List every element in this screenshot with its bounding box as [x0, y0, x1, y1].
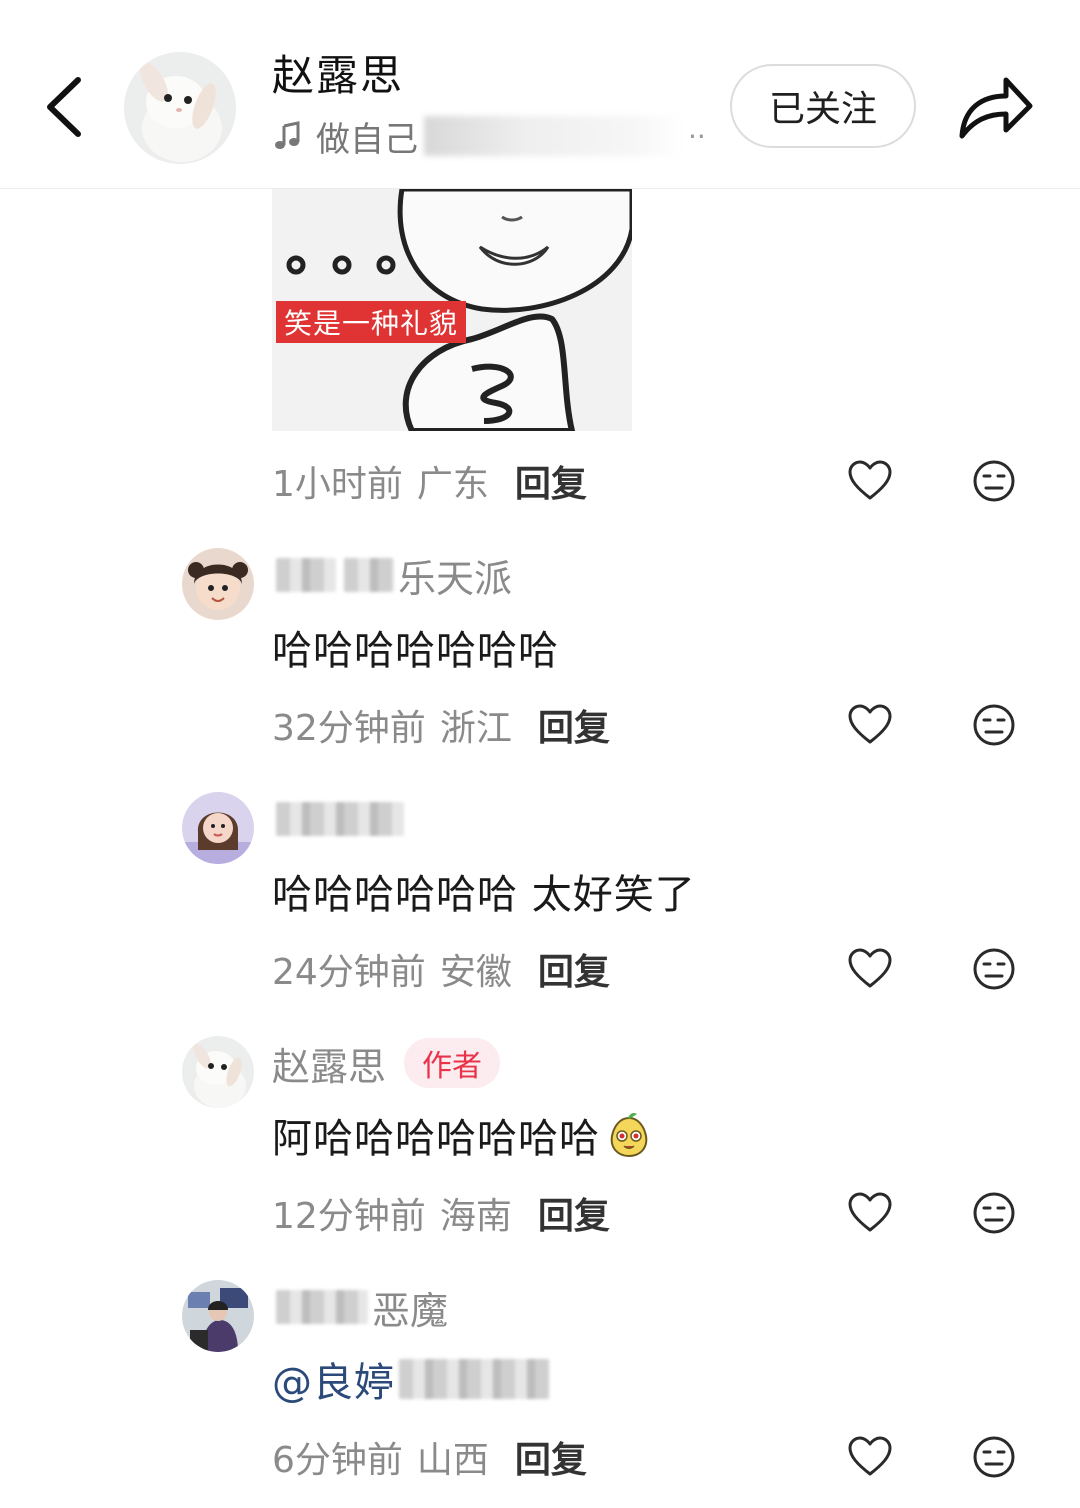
meme-image[interactable]: 笑是一种礼貌: [272, 189, 632, 431]
reply-button[interactable]: 回复: [515, 1431, 587, 1483]
comment-text[interactable]: 阿哈哈哈哈哈哈哈: [272, 1105, 654, 1165]
header-avatar[interactable]: [124, 52, 236, 164]
music-note-icon: [275, 121, 300, 149]
comment-time: 6分钟前: [272, 1440, 403, 1481]
avatar[interactable]: [182, 1036, 254, 1108]
comment-text[interactable]: 哈哈哈哈哈哈哈: [272, 617, 559, 677]
comment-location: 安徽: [439, 952, 512, 993]
meh-face-icon[interactable]: [971, 1434, 1017, 1480]
comment-text-body: 阿哈哈哈哈哈哈哈: [272, 1116, 600, 1162]
comment-location: 浙江: [439, 708, 512, 749]
name-mosaic: [276, 802, 404, 836]
heart-outline-icon[interactable]: [847, 1434, 893, 1480]
name-mosaic: [276, 1290, 368, 1324]
mention-link[interactable]: @良婷: [272, 1350, 395, 1408]
comment-author-visible: 乐天派: [398, 556, 513, 601]
comment-location: 广东: [416, 464, 489, 505]
heart-outline-icon[interactable]: [847, 458, 893, 504]
comment-author[interactable]: 乐天派: [272, 548, 512, 602]
name-mosaic: [344, 558, 394, 592]
comment-meta-row: 1小时前 广东 回复: [272, 451, 587, 511]
back-chevron-icon[interactable]: [30, 62, 100, 152]
heart-outline-icon[interactable]: [847, 946, 893, 992]
music-row[interactable]: 做自己 ··: [272, 112, 712, 160]
comment-meta-row: 6分钟前 山西 回复: [272, 1427, 587, 1487]
follow-button[interactable]: 已关注: [730, 64, 916, 148]
music-blur-mask: [424, 116, 684, 156]
mention-mosaic: [399, 1359, 549, 1399]
meh-face-icon[interactable]: [971, 702, 1017, 748]
comment-meta-row: 12分钟前 海南 回复: [272, 1183, 610, 1243]
comment-time: 12分钟前: [272, 1196, 426, 1237]
reply-button[interactable]: 回复: [538, 1187, 610, 1239]
meh-face-icon[interactable]: [971, 458, 1017, 504]
profile-header: 赵露思 做自己 ·· 已关注: [0, 0, 1080, 189]
comment-text[interactable]: @良婷: [272, 1349, 553, 1409]
author-badge: 作者: [404, 1038, 501, 1088]
comment-author[interactable]: 恶魔: [272, 1280, 448, 1334]
comment-author-visible: 恶魔: [372, 1288, 449, 1333]
heart-outline-icon[interactable]: [847, 702, 893, 748]
meh-face-icon[interactable]: [971, 946, 1017, 992]
reply-button[interactable]: 回复: [515, 455, 587, 507]
name-mosaic: [276, 558, 336, 592]
comment-location: 山西: [416, 1440, 489, 1481]
share-arrow-icon[interactable]: [950, 68, 1040, 148]
avatar[interactable]: [182, 1280, 254, 1352]
pear-face-emoji-icon: [604, 1110, 654, 1160]
comment-location: 海南: [439, 1196, 512, 1237]
comment-time: 32分钟前: [272, 708, 426, 749]
comment-author[interactable]: 赵露思 作者: [272, 1036, 501, 1090]
meh-face-icon[interactable]: [971, 1190, 1017, 1236]
comments-page: 赵露思 做自己 ·· 已关注 笑是一种礼貌 1小时前 广东 回复 乐天派 哈哈哈…: [0, 0, 1080, 1508]
music-ellipsis: ··: [688, 119, 706, 153]
meme-caption: 笑是一种礼貌: [276, 301, 467, 343]
music-title: 做自己: [316, 119, 418, 160]
reply-button[interactable]: 回复: [538, 943, 610, 995]
comment-time: 24分钟前: [272, 952, 426, 993]
comment-author[interactable]: [272, 792, 408, 846]
avatar[interactable]: [182, 548, 254, 620]
comment-text[interactable]: 哈哈哈哈哈哈 太好笑了: [272, 861, 696, 921]
comment-time: 1小时前: [272, 464, 403, 505]
comment-author-name: 赵露思: [272, 1044, 387, 1089]
profile-name[interactable]: 赵露思: [272, 42, 404, 103]
comment-meta-row: 24分钟前 安徽 回复: [272, 939, 610, 999]
heart-outline-icon[interactable]: [847, 1190, 893, 1236]
avatar[interactable]: [182, 792, 254, 864]
comment-meta-row: 32分钟前 浙江 回复: [272, 695, 610, 755]
reply-button[interactable]: 回复: [538, 699, 610, 751]
